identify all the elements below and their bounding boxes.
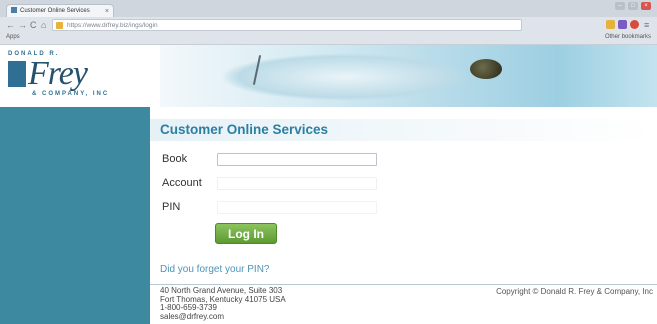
- nav-bar: ← → C ⌂ https://www.drfrey.biz/ings/logi…: [0, 17, 657, 33]
- login-button[interactable]: Log In: [215, 223, 277, 244]
- address-bar[interactable]: https://www.drfrey.biz/ings/login: [52, 19, 522, 31]
- company-logo[interactable]: DONALD R. Frey & COMPANY, INC: [8, 51, 148, 103]
- maximize-button[interactable]: □: [628, 2, 638, 10]
- logo-bottom-text: & COMPANY, INC: [32, 91, 110, 97]
- pin-input[interactable]: [217, 201, 377, 214]
- forgot-pin-link[interactable]: Did you forget your PIN?: [160, 264, 270, 275]
- email-link[interactable]: sales@drfrey.com: [160, 312, 286, 322]
- account-label: Account: [162, 177, 202, 189]
- extension-icon[interactable]: [630, 20, 639, 29]
- home-icon[interactable]: ⌂: [41, 19, 46, 31]
- banner-decoration: [470, 59, 502, 79]
- copyright-text: Copyright © Donald R. Frey & Company, In…: [496, 287, 653, 296]
- forward-arrow-icon[interactable]: →: [18, 19, 27, 31]
- account-input[interactable]: [217, 177, 377, 190]
- bookmark-other[interactable]: Other bookmarks: [605, 34, 651, 40]
- title-bar: Customer Online Services: [150, 119, 657, 141]
- tab-close-icon[interactable]: ×: [105, 5, 109, 17]
- pin-label: PIN: [162, 201, 181, 213]
- browser-chrome: Customer Online Services × – □ × ← → C ⌂…: [0, 0, 657, 45]
- footer-divider: [150, 284, 657, 285]
- left-sidebar: [0, 107, 150, 324]
- tab-title: Customer Online Services: [20, 8, 90, 14]
- minimize-button[interactable]: –: [615, 2, 625, 10]
- book-input[interactable]: [217, 153, 377, 166]
- tab-strip: Customer Online Services × – □ ×: [0, 0, 657, 17]
- extension-icon[interactable]: [606, 20, 615, 29]
- extension-icon[interactable]: [618, 20, 627, 29]
- bookmarks-bar: Apps Other bookmarks: [0, 33, 657, 44]
- book-label: Book: [162, 153, 188, 165]
- window-controls: – □ ×: [615, 2, 651, 10]
- lock-icon: [56, 22, 63, 29]
- menu-icon[interactable]: ≡: [644, 19, 649, 31]
- url-text: https://www.drfrey.biz/ings/login: [67, 22, 158, 29]
- banner-image: [160, 45, 657, 107]
- footer-address: 40 North Grand Avenue, Suite 303 Fort Th…: [160, 286, 286, 322]
- page-title: Customer Online Services: [160, 122, 329, 137]
- logo-mark-icon: [8, 61, 26, 87]
- favicon-icon: [11, 7, 17, 14]
- logo-word: Frey: [28, 55, 88, 92]
- browser-tab[interactable]: Customer Online Services ×: [6, 4, 114, 17]
- close-window-button[interactable]: ×: [641, 2, 651, 10]
- site-banner: DONALD R. Frey & COMPANY, INC: [0, 45, 657, 107]
- reload-icon[interactable]: C: [30, 19, 37, 31]
- bookmark-apps[interactable]: Apps: [6, 34, 20, 40]
- back-arrow-icon[interactable]: ←: [6, 19, 15, 31]
